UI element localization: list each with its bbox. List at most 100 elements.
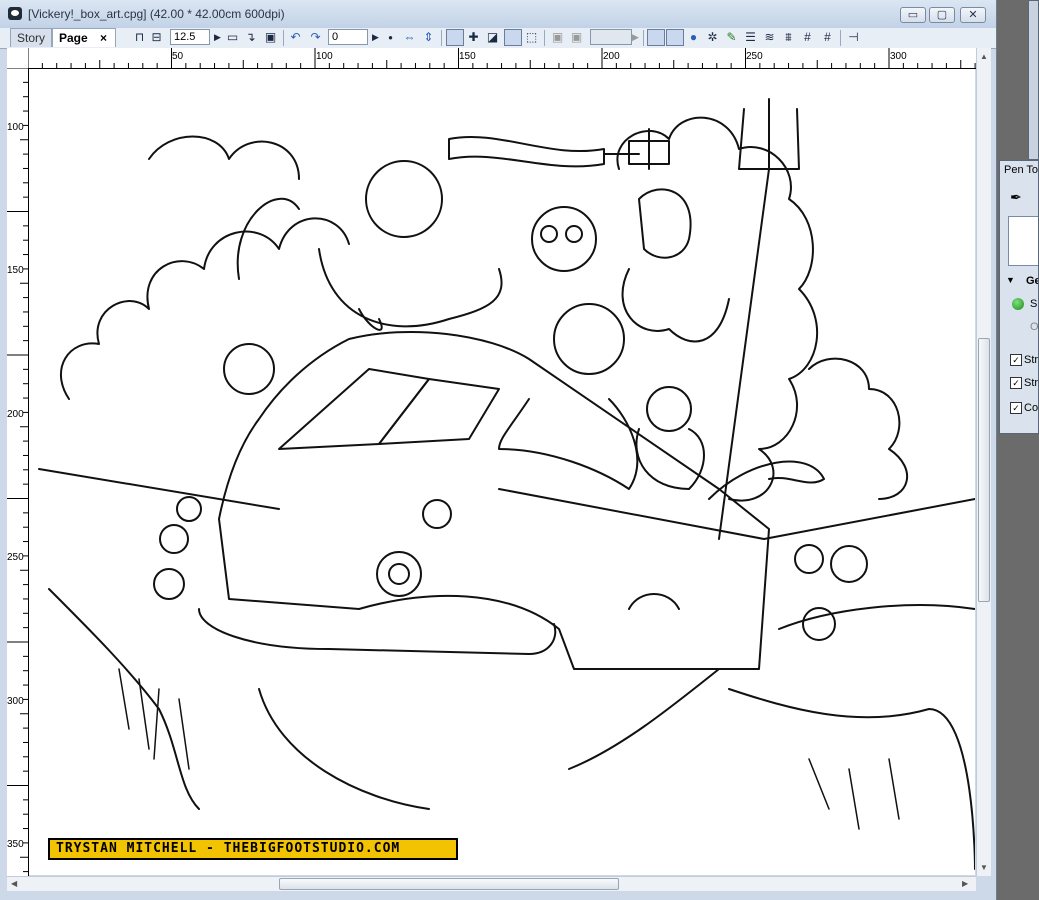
scroll-left-icon[interactable]: ◀ [11, 879, 17, 888]
ruler-corner [7, 48, 28, 68]
old-man-head [646, 386, 692, 432]
pen-checkbox-row[interactable]: ✓ Str [1010, 354, 1039, 367]
toolbar-separator [840, 30, 841, 46]
rotate-view-icon[interactable]: ↴ [243, 30, 258, 45]
perspective-tool-icon[interactable]: ⩩ [781, 30, 796, 45]
page-layout-icon[interactable]: ⊓ [132, 30, 147, 45]
vertical-scroll-thumb[interactable] [978, 338, 990, 602]
van-headlight [376, 551, 422, 597]
toolbar: Story Page × ⊓ ⊟ 12.5 ▶ ▭ ↴ ▣ ↶ ↷ 0 ▶ ● … [0, 28, 996, 49]
bush [153, 568, 185, 600]
window-title: [Vickery!_box_art.cpg] (42.00 * 42.00cm … [28, 7, 285, 21]
pen-tool-panel[interactable]: Pen To ✒ ▼ Ge Si Op ✓Str ✓Str ✓Co [999, 160, 1039, 434]
ruler-label: 350 [7, 839, 24, 850]
mask-man-head [223, 343, 275, 395]
rotation-input[interactable]: 0 [328, 29, 368, 45]
top-ruler[interactable]: 50 100 150 200 250 300 [27, 48, 976, 69]
trident-woman-head [638, 188, 692, 259]
ruler-tool-icon[interactable]: # [800, 30, 815, 45]
status-radio-icon[interactable] [1012, 298, 1024, 310]
ruler-label: 300 [7, 696, 24, 707]
flip-vertical-icon[interactable]: ⇕ [421, 30, 436, 45]
pen-checkbox-row[interactable]: ✓ Str [1010, 377, 1038, 390]
hatch-tool-icon[interactable]: ☰ [743, 30, 758, 45]
artist-credit: TRYSTAN MITCHELL - THEBIGFOOTSTUDIO.COM [48, 838, 458, 860]
rotation-reset-icon[interactable]: ● [383, 30, 398, 45]
layer-a-icon[interactable]: ▣ [550, 30, 565, 45]
van-body [218, 331, 770, 670]
fit-window-icon[interactable]: ▣ [263, 30, 278, 45]
brush-tool-icon[interactable]: ✎ [724, 30, 739, 45]
bush [794, 544, 824, 574]
tab-story[interactable]: Story [10, 28, 52, 47]
minimize-icon: ▭ [907, 9, 919, 21]
pen-tool-toggle[interactable] [647, 29, 665, 46]
snap-ruler-icon[interactable]: ◪ [485, 30, 500, 45]
pen-group-label[interactable]: Ge [1026, 275, 1038, 287]
layer-dropdown-icon[interactable]: ▶ [628, 30, 643, 45]
layer-b-icon[interactable]: ▣ [569, 30, 584, 45]
vertical-scrollbar[interactable]: ▲ ▼ [976, 48, 991, 876]
flip-horizontal-icon[interactable]: ⇔ [402, 30, 417, 45]
old-man-body [635, 428, 705, 490]
toolbar-separator [441, 30, 442, 46]
zoom-input[interactable]: 12.5 [170, 29, 210, 45]
frame-border-toggle[interactable] [446, 29, 464, 46]
left-ruler-ticks [7, 67, 28, 873]
goggles-person-head [553, 303, 625, 375]
checkbox-icon[interactable]: ✓ [1010, 377, 1022, 390]
panel-toggle-icon[interactable]: ⊣ [846, 30, 861, 45]
scroll-up-icon[interactable]: ▲ [980, 52, 988, 61]
toolbar-separator [283, 30, 284, 46]
tab-page[interactable]: Page × [52, 28, 116, 47]
tab-close-icon[interactable]: × [100, 29, 107, 48]
van-window-right [378, 378, 500, 445]
left-ruler[interactable]: 100 150 200 250 300 350 [7, 67, 29, 876]
collapse-arrow-icon[interactable]: ▼ [1006, 275, 1015, 285]
app-icon[interactable] [8, 7, 22, 20]
pen-option-label: Co [1024, 402, 1039, 414]
horizontal-scroll-thumb[interactable] [279, 878, 619, 890]
pen-option-label: Str [1024, 354, 1039, 366]
rotation-dropdown-icon[interactable]: ▶ [368, 30, 383, 45]
checkbox-icon[interactable]: ✓ [1010, 354, 1022, 367]
scroll-right-icon[interactable]: ▶ [962, 879, 968, 888]
snap-frame-icon[interactable]: ⬚ [524, 30, 539, 45]
grid-snap-icon[interactable]: ✚ [466, 30, 481, 45]
snap-special-toggle[interactable] [504, 29, 522, 46]
ruler-label: 100 [316, 51, 333, 62]
van-bumper [198, 608, 557, 655]
monkey-body [318, 248, 503, 328]
lineart-drawing [38, 98, 975, 870]
layer-select[interactable] [590, 29, 632, 45]
fill-tool-icon[interactable]: ● [686, 30, 701, 45]
rotate-right-icon[interactable]: ↷ [308, 30, 323, 45]
van-badge [422, 499, 452, 529]
horizontal-scrollbar[interactable]: ◀ ▶ [7, 876, 976, 891]
scroll-down-icon[interactable]: ▼ [980, 863, 988, 872]
navigator-panel[interactable] [1028, 0, 1039, 160]
pen-nib-icon[interactable]: ✒ [1010, 189, 1022, 206]
minimize-button[interactable]: ▭ [900, 7, 926, 23]
app-window: [Vickery!_box_art.cpg] (42.00 * 42.00cm … [0, 0, 997, 900]
fit-page-icon[interactable]: ▭ [225, 30, 240, 45]
sky-banner [448, 135, 605, 168]
rotate-left-icon[interactable]: ↶ [288, 30, 303, 45]
biplane [603, 128, 670, 170]
effect-tool-icon[interactable]: ✲ [705, 30, 720, 45]
drawing-canvas[interactable] [29, 69, 975, 875]
speedline-tool-icon[interactable]: ≋ [762, 30, 777, 45]
grid-tool-icon[interactable]: # [820, 30, 835, 45]
page-spread-icon[interactable]: ⊟ [149, 30, 164, 45]
checkbox-icon[interactable]: ✓ [1010, 402, 1022, 415]
line-tool-toggle[interactable] [666, 29, 684, 46]
pen-checkbox-row[interactable]: ✓ Co [1010, 402, 1039, 415]
cloud-right [616, 116, 819, 502]
zoom-dropdown-icon[interactable]: ▶ [210, 30, 225, 45]
bush [159, 524, 189, 554]
maximize-icon: ▢ [936, 9, 948, 21]
close-button[interactable]: ✕ [960, 7, 986, 23]
grass-right [728, 688, 975, 870]
maximize-button[interactable]: ▢ [929, 7, 955, 23]
ruler-label: 150 [7, 265, 24, 276]
